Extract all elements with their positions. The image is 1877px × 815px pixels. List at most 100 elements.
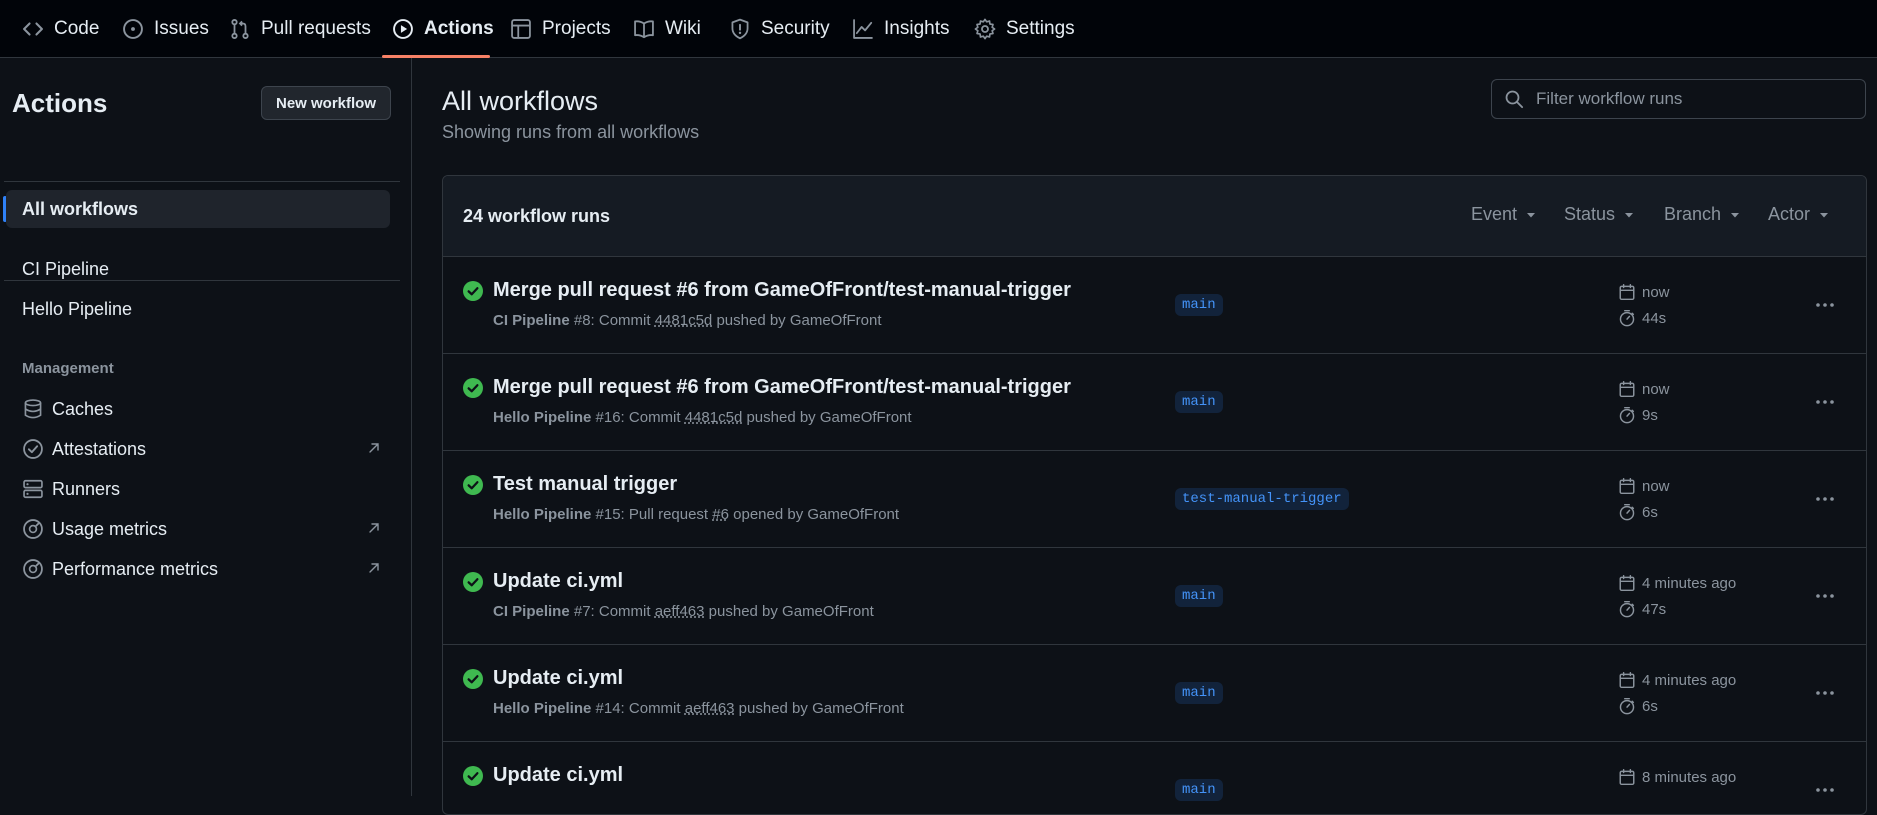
run-meta: CI Pipeline #7: Commit aeff463 pushed by… [493, 603, 874, 620]
tab-wiki[interactable]: Wiki [633, 0, 701, 58]
sidebar-item-runners[interactable]: Runners [6, 470, 390, 508]
sidebar-item-performance-metrics[interactable]: Performance metrics [6, 550, 390, 588]
tab-code[interactable]: Code [22, 0, 99, 58]
sidebar-divider [4, 181, 400, 182]
sidebar-item-label: CI Pipeline [22, 258, 110, 279]
triangle-down-icon [1525, 209, 1537, 221]
tab-label: Settings [1006, 18, 1075, 39]
run-title[interactable]: Update ci.yml [493, 667, 623, 690]
run-commit-link[interactable]: aeff463 [685, 700, 735, 717]
sidebar-item-label: Hello Pipeline [22, 298, 133, 319]
sidebar-item-ci-pipeline[interactable]: CI Pipeline [6, 250, 390, 288]
workflow-run-row[interactable]: Merge pull request #6 from GameOfFront/t… [443, 257, 1866, 354]
stopwatch-icon [1618, 697, 1636, 715]
page-subtitle: Showing runs from all workflows [442, 122, 700, 142]
git-pull-request-icon [229, 18, 251, 40]
branch-label[interactable]: main [1175, 682, 1223, 704]
run-duration: 6s [1618, 697, 1658, 715]
run-commit-link[interactable]: 4481c5d [655, 312, 713, 329]
run-title[interactable]: Merge pull request #6 from GameOfFront/t… [493, 279, 1071, 302]
sidebar-item-label: Performance metrics [52, 558, 219, 579]
branch-label[interactable]: main [1175, 294, 1223, 316]
run-meta-text: opened by GameOfFront [728, 506, 900, 523]
run-date: now [1618, 380, 1670, 398]
run-title[interactable]: Update ci.yml [493, 570, 623, 593]
sidebar-item-all-workflows[interactable]: All workflows [6, 190, 390, 228]
repo-nav: Code Issues Pull requests Actions Projec… [0, 0, 1877, 58]
branch-label[interactable]: test-manual-trigger [1175, 488, 1349, 510]
branch-filter[interactable]: Branch [1664, 204, 1741, 225]
run-date-text: 4 minutes ago [1642, 671, 1737, 689]
workflow-run-row[interactable]: Test manual trigger Hello Pipeline #15: … [443, 451, 1866, 548]
run-date-text: 8 minutes ago [1642, 768, 1737, 786]
issue-opened-icon [122, 18, 144, 40]
tab-security[interactable]: Security [729, 0, 830, 58]
tab-label: Projects [542, 18, 611, 39]
run-title[interactable]: Merge pull request #6 from GameOfFront/t… [493, 376, 1071, 399]
run-commit-link[interactable]: 4481c5d [685, 409, 743, 426]
kebab-horizontal-icon[interactable] [1813, 584, 1837, 608]
external-link-icon [366, 560, 382, 576]
tab-issues[interactable]: Issues [122, 0, 209, 58]
kebab-horizontal-icon[interactable] [1813, 293, 1837, 317]
sidebar-item-usage-metrics[interactable]: Usage metrics [6, 510, 390, 548]
run-date: now [1618, 477, 1670, 495]
run-meta-text: pushed by GameOfFront [704, 603, 874, 620]
filter-workflow-runs[interactable] [1491, 79, 1866, 119]
code-icon [22, 18, 44, 40]
tab-insights[interactable]: Insights [852, 0, 949, 58]
shield-icon [729, 18, 751, 40]
run-commit-link[interactable]: aeff463 [655, 603, 705, 620]
actor-filter[interactable]: Actor [1768, 204, 1830, 225]
new-workflow-button[interactable]: New workflow [261, 86, 391, 120]
tab-settings[interactable]: Settings [974, 0, 1075, 58]
tab-actions[interactable]: Actions [392, 0, 494, 58]
workflow-run-row[interactable]: Update ci.yml Hello Pipeline #14: Commit… [443, 645, 1866, 742]
run-duration: 47s [1618, 600, 1666, 618]
run-meta: Hello Pipeline #14: Commit aeff463 pushe… [493, 700, 904, 717]
sidebar-item-label: Runners [52, 478, 121, 499]
run-commit-link[interactable]: #6 [712, 506, 729, 523]
sidebar-item-label: Attestations [52, 438, 147, 459]
tab-label: Actions [424, 18, 494, 39]
triangle-down-icon [1818, 209, 1830, 221]
check-circle-icon [463, 475, 483, 495]
event-filter[interactable]: Event [1471, 204, 1537, 225]
kebab-horizontal-icon[interactable] [1813, 487, 1837, 511]
book-icon [633, 18, 655, 40]
run-workflow-name: CI Pipeline [493, 312, 570, 329]
calendar-icon [1618, 768, 1636, 786]
branch-label[interactable]: main [1175, 391, 1223, 413]
workflow-run-row[interactable]: Update ci.yml CI Pipeline #7: Commit aef… [443, 548, 1866, 645]
tab-projects[interactable]: Projects [510, 0, 611, 58]
tab-label: Security [761, 18, 830, 39]
sidebar-item-hello-pipeline[interactable]: Hello Pipeline [6, 290, 390, 328]
run-date-text: now [1642, 477, 1670, 495]
kebab-horizontal-icon[interactable] [1813, 390, 1837, 414]
filter-label: Event [1471, 204, 1518, 224]
run-date: 4 minutes ago [1618, 574, 1736, 592]
tab-label: Pull requests [261, 18, 371, 39]
tab-pull-requests[interactable]: Pull requests [229, 0, 371, 58]
sidebar-item-label: Usage metrics [52, 518, 168, 539]
play-icon [392, 18, 414, 40]
workflow-run-row[interactable]: Update ci.yml main 8 minutes ago [443, 742, 1866, 814]
table-icon [510, 18, 532, 40]
run-title[interactable]: Update ci.yml [493, 764, 623, 787]
branch-label[interactable]: main [1175, 585, 1223, 607]
run-date-text: now [1642, 380, 1670, 398]
search-input[interactable] [1534, 88, 1858, 110]
kebab-horizontal-icon[interactable] [1813, 681, 1837, 705]
tab-label: Insights [884, 18, 950, 39]
sidebar-item-attestations[interactable]: Attestations [6, 430, 390, 468]
graph-icon [852, 18, 874, 40]
stopwatch-icon [1618, 406, 1636, 424]
workflow-run-row[interactable]: Merge pull request #6 from GameOfFront/t… [443, 354, 1866, 451]
sidebar-item-caches[interactable]: Caches [6, 390, 390, 428]
status-filter[interactable]: Status [1564, 204, 1635, 225]
run-title[interactable]: Test manual trigger [493, 473, 677, 496]
database-icon [22, 398, 44, 420]
kebab-horizontal-icon[interactable] [1813, 778, 1837, 802]
tab-label: Wiki [665, 18, 701, 39]
branch-label[interactable]: main [1175, 779, 1223, 801]
